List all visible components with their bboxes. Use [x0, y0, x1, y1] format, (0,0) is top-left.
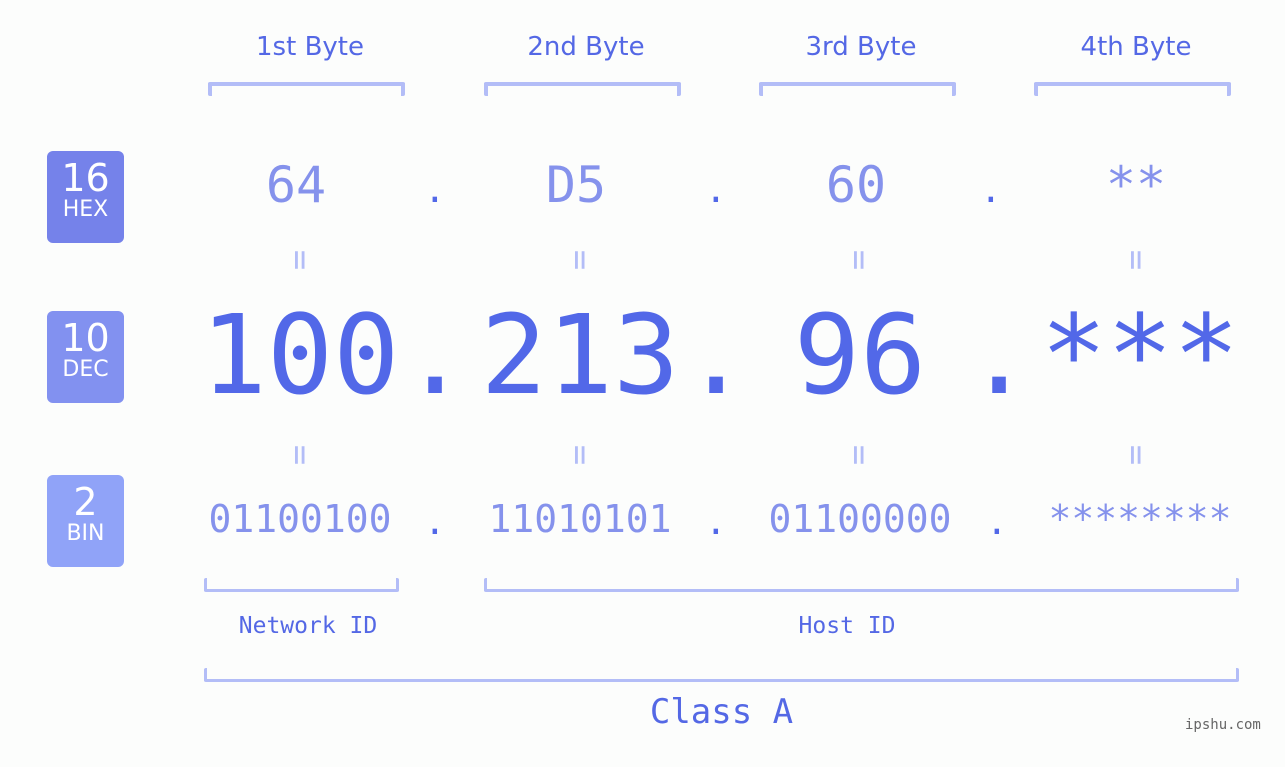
hex-byte-3: 60 [825, 156, 887, 214]
bin-byte-4: ******** [1048, 497, 1232, 541]
network-id-label: Network ID [238, 613, 378, 639]
dec-byte-3: 96 [793, 291, 927, 419]
dec-separator-1: . [402, 291, 469, 419]
dec-badge-label: DEC [62, 357, 109, 382]
dec-byte-1: 100 [200, 291, 400, 419]
byte-header-1: 1st Byte [256, 32, 364, 62]
hex-separator-1: . [424, 170, 446, 211]
dec-byte-4: *** [1040, 291, 1240, 419]
dec-badge-base: 10 [61, 316, 110, 360]
equals-sign: = [1116, 444, 1156, 466]
dec-badge: 10 DEC [47, 311, 124, 403]
bin-badge-label: BIN [66, 521, 105, 546]
class-label: Class A [649, 692, 794, 732]
dec-separator-2: . [683, 291, 750, 419]
bin-separator-1: . [424, 502, 446, 543]
equals-sign: = [839, 249, 879, 271]
equals-sign: = [560, 249, 600, 271]
dec-byte-2: 213 [480, 291, 680, 419]
hex-badge-base: 16 [61, 156, 110, 200]
equals-sign: = [280, 444, 320, 466]
host-id-label: Host ID [798, 613, 896, 639]
equals-sign: = [839, 444, 879, 466]
byte-bracket-4 [1034, 82, 1231, 96]
network-id-bracket [204, 578, 399, 592]
bin-byte-2: 11010101 [488, 497, 672, 541]
byte-header-3: 3rd Byte [805, 32, 917, 62]
byte-header-4: 4th Byte [1080, 32, 1192, 62]
hex-badge-label: HEX [62, 197, 109, 222]
equals-sign: = [1116, 249, 1156, 271]
hex-badge: 16 HEX [47, 151, 124, 243]
dec-separator-3: . [966, 291, 1033, 419]
byte-bracket-3 [759, 82, 956, 96]
watermark: ipshu.com [1185, 717, 1261, 733]
equals-sign: = [280, 249, 320, 271]
bin-badge-base: 2 [73, 480, 98, 524]
hex-separator-3: . [980, 170, 1002, 211]
bin-byte-3: 01100000 [768, 497, 952, 541]
class-bracket [204, 668, 1239, 682]
byte-header-2: 2nd Byte [527, 32, 645, 62]
host-id-bracket [484, 578, 1239, 592]
bin-separator-2: . [705, 502, 727, 543]
hex-byte-2: D5 [545, 156, 607, 214]
hex-byte-4: ** [1105, 156, 1167, 214]
byte-bracket-2 [484, 82, 681, 96]
bin-badge: 2 BIN [47, 475, 124, 567]
byte-bracket-1 [208, 82, 405, 96]
hex-byte-1: 64 [265, 156, 327, 214]
equals-sign: = [560, 444, 600, 466]
bin-byte-1: 01100100 [208, 497, 392, 541]
hex-separator-2: . [705, 170, 727, 211]
bin-separator-3: . [986, 502, 1008, 543]
